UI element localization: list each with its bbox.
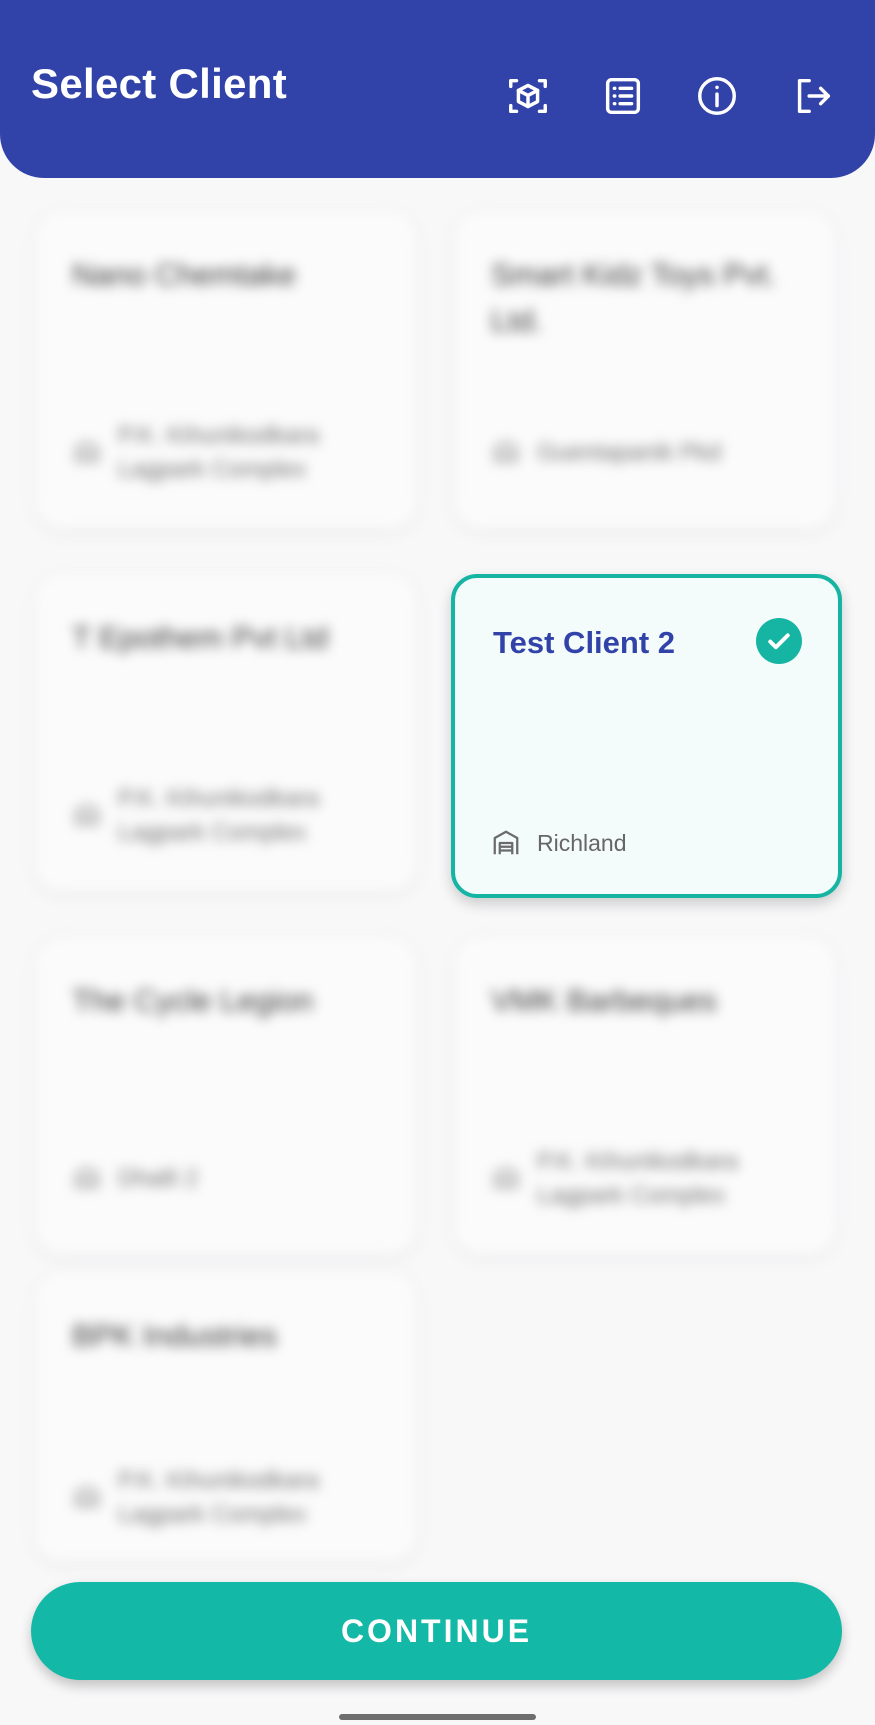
client-name: T Epothem Pvt Ltd	[72, 620, 329, 655]
client-name: BPK Industries	[72, 1318, 278, 1353]
page-title: Select Client	[31, 60, 287, 107]
client-location: P.K. Kihunikodkara Lagpark Complex	[491, 1140, 747, 1218]
client-card[interactable]: Nano Chemtake P.K. Kihunikodkara Lagpark…	[36, 212, 416, 528]
building-icon	[72, 438, 102, 468]
client-location: P.K. Kihunikodkara Lagpark Complex	[72, 1459, 328, 1537]
client-name: Smart Kidz Toys Pvt. Ltd.	[491, 257, 777, 338]
client-location: Dhalli 2	[72, 1140, 328, 1218]
building-icon	[72, 801, 102, 831]
client-name: Test Client 2	[493, 625, 676, 660]
client-name: VMK Barbeques	[491, 983, 717, 1018]
client-card[interactable]: The Cycle Legion Dhalli 2	[36, 938, 416, 1254]
client-location: Guentapanik Pkd	[491, 414, 747, 492]
building-icon	[72, 1164, 102, 1194]
logout-icon[interactable]	[789, 72, 837, 120]
client-card-selected[interactable]: Test Client 2 Richland	[451, 574, 842, 898]
client-location: P.K. Kihunikodkara Lagpark Complex	[72, 414, 328, 492]
client-name: Nano Chemtake	[72, 257, 297, 292]
client-location: P.K. Kihunikodkara Lagpark Complex	[72, 777, 328, 855]
list-icon[interactable]	[599, 72, 647, 120]
building-icon	[491, 438, 521, 468]
info-icon[interactable]	[693, 72, 741, 120]
building-icon	[491, 1164, 521, 1194]
client-name: The Cycle Legion	[72, 983, 314, 1018]
client-card[interactable]: Smart Kidz Toys Pvt. Ltd. Guentapanik Pk…	[455, 212, 835, 528]
check-circle-icon	[756, 618, 802, 664]
client-card[interactable]: VMK Barbeques P.K. Kihunikodkara Lagpark…	[455, 938, 835, 1254]
building-icon	[72, 1483, 102, 1513]
app-header: Select Client	[0, 0, 875, 178]
scan-cube-icon[interactable]	[504, 72, 552, 120]
client-location: Richland	[491, 818, 747, 868]
client-card[interactable]: T Epothem Pvt Ltd P.K. Kihunikodkara Lag…	[36, 575, 416, 891]
continue-button[interactable]: CONTINUE	[31, 1582, 842, 1680]
warehouse-icon	[491, 828, 521, 858]
home-indicator	[339, 1714, 536, 1720]
client-card[interactable]: BPK Industries P.K. Kihunikodkara Lagpar…	[36, 1273, 416, 1561]
